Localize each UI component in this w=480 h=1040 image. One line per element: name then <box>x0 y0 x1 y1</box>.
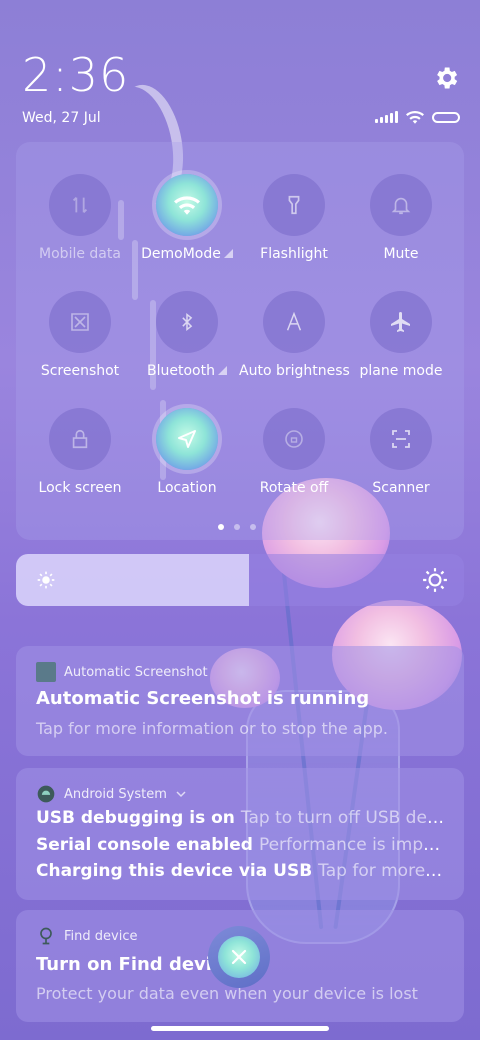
line-text: Tap to turn off USB debug… <box>240 808 446 828</box>
line-title: Serial console enabled <box>36 835 253 855</box>
notification-auto-screenshot[interactable]: Automatic Screenshot Automatic Screensho… <box>16 646 464 756</box>
notification-line: Serial console enabled Performance is imp… <box>36 835 446 855</box>
tile-location[interactable]: Location <box>132 408 242 496</box>
tile-label: Rotate off <box>259 480 329 496</box>
tile-flashlight[interactable]: Flashlight <box>239 174 349 262</box>
lock-icon <box>49 408 111 470</box>
tile-label: Mute <box>383 246 419 262</box>
notification-body: Protect your data even when your device … <box>36 984 418 1003</box>
tile-label: Lock screen <box>38 480 122 496</box>
mobile-data-icon <box>49 174 111 236</box>
home-indicator[interactable] <box>151 1026 329 1031</box>
tile-label: Location <box>157 480 217 496</box>
tile-rotate-off[interactable]: Rotate off <box>239 408 349 496</box>
location-icon <box>156 408 218 470</box>
notification-app: Android System <box>36 784 187 804</box>
line-title: USB debugging is on <box>36 808 235 828</box>
line-title: Charging this device via USB <box>36 861 313 881</box>
wifi-icon <box>156 174 218 236</box>
date[interactable]: Wed, 27 Jul <box>22 110 101 126</box>
page-indicator <box>218 524 256 530</box>
page-dot <box>250 524 256 530</box>
tile-scanner[interactable]: Scanner <box>346 408 456 496</box>
tile-label: Auto brightness <box>239 363 350 379</box>
notification-app: Automatic Screenshot <box>36 662 208 682</box>
line-text: Tap for more opt… <box>318 861 446 881</box>
notification-title: Turn on Find device <box>36 954 235 975</box>
line-text: Performance is impact… <box>258 835 446 855</box>
tile-demo-mode[interactable]: DemoMode <box>132 174 242 262</box>
tile-label: DemoMode <box>132 246 242 262</box>
tile-lock-screen[interactable]: Lock screen <box>25 408 135 496</box>
tile-label: plane mode <box>359 363 443 379</box>
notification-line: USB debugging is on Tap to turn off USB d… <box>36 808 446 828</box>
tile-mute[interactable]: Mute <box>346 174 456 262</box>
brightness-high-icon <box>423 568 447 592</box>
tile-label: Scanner <box>372 480 430 496</box>
bell-icon <box>370 174 432 236</box>
find-device-icon <box>40 927 52 945</box>
signal-icon <box>375 111 398 123</box>
tile-label: Screenshot <box>40 363 120 379</box>
notification-app-name: Android System <box>64 786 167 802</box>
notification-line: Charging this device via USB Tap for more… <box>36 861 446 881</box>
bluetooth-icon <box>156 291 218 353</box>
status-icons <box>375 110 460 124</box>
android-icon <box>37 785 55 803</box>
flashlight-icon <box>263 174 325 236</box>
tile-label: Bluetooth <box>132 363 242 379</box>
scanner-icon <box>370 408 432 470</box>
brightness-slider[interactable] <box>16 554 464 606</box>
app-square-icon <box>36 662 56 682</box>
tile-label: Flashlight <box>260 246 328 262</box>
wifi-icon <box>406 111 424 124</box>
rotate-lock-icon <box>263 408 325 470</box>
tile-auto-brightness[interactable]: Auto brightness <box>239 291 350 379</box>
tile-mobile-data[interactable]: Mobile data <box>25 174 135 262</box>
tile-screenshot[interactable]: Screenshot <box>25 291 135 379</box>
auto-brightness-icon <box>263 291 325 353</box>
page-dot <box>234 524 240 530</box>
notification-android-system[interactable]: Android System USB debugging is on Tap to… <box>16 768 464 900</box>
gear-icon[interactable] <box>432 64 460 92</box>
battery-icon <box>432 111 460 123</box>
airplane-icon <box>370 291 432 353</box>
chevron-down-icon[interactable] <box>175 788 187 800</box>
notification-title: Automatic Screenshot is running <box>36 688 370 709</box>
screenshot-icon <box>49 291 111 353</box>
notification-app: Find device <box>36 926 137 946</box>
clock[interactable]: 2:36 <box>22 48 129 102</box>
tile-bluetooth[interactable]: Bluetooth <box>132 291 242 379</box>
dismiss-all-button[interactable] <box>208 926 270 988</box>
tile-label: Mobile data <box>39 246 121 262</box>
notification-app-name: Find device <box>64 928 138 944</box>
tile-airplane-mode[interactable]: plane mode <box>346 291 456 379</box>
page-dot <box>218 524 224 530</box>
close-icon <box>218 936 260 978</box>
brightness-low-icon <box>37 571 55 589</box>
notification-body: Tap for more information or to stop the … <box>36 719 389 738</box>
notification-app-name: Automatic Screenshot <box>64 664 208 680</box>
